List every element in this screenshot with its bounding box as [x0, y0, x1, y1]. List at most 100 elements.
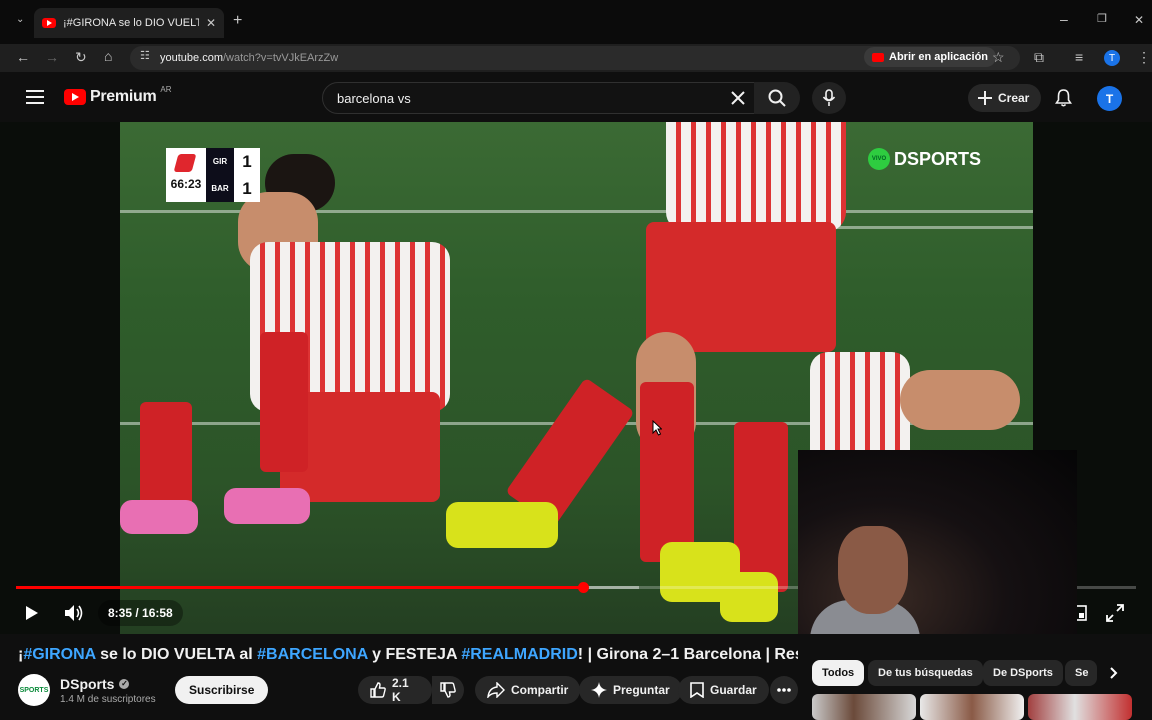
streamer-figure: [838, 526, 908, 614]
chip-all[interactable]: Todos: [812, 660, 865, 686]
media-control-icon[interactable]: ≡: [1075, 50, 1083, 64]
progress-played: [16, 586, 583, 589]
window-close-icon[interactable]: ✕: [1134, 14, 1144, 26]
country-code: AR: [160, 84, 172, 94]
channel-name-row[interactable]: DSports ✓: [60, 676, 156, 692]
hashtag-link[interactable]: #GIRONA: [23, 646, 95, 663]
dislike-icon: [440, 682, 456, 698]
home-team: GIR: [212, 157, 228, 166]
chip-truncated[interactable]: Se: [1065, 660, 1097, 686]
share-icon: [487, 682, 505, 698]
new-tab-icon[interactable]: +: [233, 13, 242, 29]
mouse-cursor-icon: [652, 420, 662, 436]
scrubber-handle[interactable]: [577, 582, 589, 593]
title-text: y FESTEJA: [367, 646, 462, 663]
browser-tab-active[interactable]: ¡#GIRONA se lo DIO VUELTA al ✕: [34, 8, 224, 38]
related-filter-chips: Todos De tus búsquedas De DSports Se: [810, 660, 1150, 686]
bell-icon[interactable]: [1055, 89, 1072, 107]
team-scores: 1 1: [234, 148, 260, 202]
away-team: BAR: [211, 184, 229, 193]
league-logo-icon: 66:23: [166, 148, 206, 202]
search-input[interactable]: barcelona vs: [322, 82, 758, 114]
player-figure: [666, 122, 846, 232]
related-video-thumbnail[interactable]: [1028, 694, 1132, 720]
logo-text: Premium: [90, 88, 157, 105]
hashtag-link[interactable]: #BARCELONA: [257, 646, 368, 663]
hashtag-link[interactable]: #REALMADRID: [461, 646, 577, 663]
clear-search-icon[interactable]: [731, 91, 745, 105]
share-button[interactable]: Compartir: [475, 676, 581, 704]
play-icon[interactable]: [25, 605, 39, 621]
player-figure: [734, 422, 788, 592]
search-button[interactable]: [754, 82, 800, 114]
save-label: Guardar: [710, 683, 757, 697]
related-video-thumbnail[interactable]: [920, 694, 1024, 720]
webcam-overlay: [798, 450, 1077, 634]
channel-meta: DSports ✓ 1.4 M de suscriptores: [60, 676, 156, 705]
away-score: 1: [242, 178, 252, 198]
chip-from-channel[interactable]: De DSports: [983, 660, 1063, 686]
minimize-icon[interactable]: –: [1060, 12, 1068, 26]
bookmark-star-icon[interactable]: ☆: [992, 50, 1005, 64]
subscribe-button[interactable]: Suscribirse: [175, 676, 269, 704]
menu-icon[interactable]: [26, 90, 44, 104]
create-button[interactable]: Crear: [968, 84, 1042, 112]
search-icon: [768, 89, 786, 107]
video-player[interactable]: 66:23 GIR BAR 1 1 VIVO DSPORTS 8:35 / 16…: [0, 122, 1152, 634]
share-label: Compartir: [511, 683, 569, 697]
team-codes: GIR BAR: [206, 148, 234, 202]
back-icon[interactable]: ←: [16, 50, 30, 64]
account-avatar[interactable]: T: [1097, 86, 1122, 111]
match-clock: 66:23: [170, 177, 202, 191]
volume-icon[interactable]: [64, 604, 84, 622]
extensions-icon[interactable]: ⧉: [1034, 50, 1044, 64]
chevron-right-icon[interactable]: [1110, 667, 1118, 679]
channel-owner: SPORTS DSports ✓ 1.4 M de suscriptores: [18, 673, 156, 707]
player-figure: [446, 502, 558, 548]
restore-icon[interactable]: ❐: [1097, 14, 1107, 25]
time-display: 8:35 / 16:58: [98, 600, 183, 626]
player-figure: [900, 370, 1020, 430]
title-text: ! | Girona 2–1 Barcelona | Resumen: [577, 646, 798, 663]
tab-search-icon[interactable]: ⌄: [16, 15, 24, 25]
forward-icon[interactable]: →: [45, 50, 59, 64]
broadcaster-name: DSPORTS: [894, 148, 982, 169]
home-icon[interactable]: ⌂: [104, 49, 112, 63]
browser-menu-icon[interactable]: ⋮: [1137, 50, 1151, 64]
open-in-app-label: Abrir en aplicación: [889, 51, 989, 63]
ask-button[interactable]: Preguntar: [579, 676, 682, 704]
chip-from-searches[interactable]: De tus búsquedas: [868, 660, 983, 686]
channel-avatar[interactable]: SPORTS: [18, 674, 50, 706]
dislike-button[interactable]: [432, 676, 464, 704]
profile-avatar[interactable]: T: [1104, 50, 1120, 66]
player-figure: [120, 500, 198, 534]
reload-icon[interactable]: ↻: [75, 50, 87, 64]
related-video-thumbnail[interactable]: [812, 694, 916, 720]
bookmark-icon: [690, 682, 704, 698]
plus-icon: [978, 91, 992, 105]
title-text: se lo DIO VUELTA al: [95, 646, 258, 663]
voice-search-button[interactable]: [812, 82, 846, 114]
channel-name: DSports: [60, 675, 115, 692]
site-info-icon[interactable]: ☷: [140, 51, 150, 62]
browser-tab-bar: ⌄ ¡#GIRONA se lo DIO VUELTA al ✕ + – ❐ ✕: [0, 0, 1152, 44]
save-button[interactable]: Guardar: [678, 676, 769, 704]
player-figure: [224, 488, 310, 524]
url-host: youtube.com: [160, 52, 223, 64]
mic-icon: [822, 89, 836, 107]
subscriber-count: 1.4 M de suscriptores: [60, 693, 156, 705]
open-in-app-button[interactable]: Abrir en aplicación: [864, 47, 997, 67]
like-button[interactable]: 2.1 K: [358, 676, 432, 704]
like-count: 2.1 K: [392, 676, 409, 704]
more-actions-button[interactable]: [770, 676, 798, 704]
tab-close-icon[interactable]: ✕: [206, 17, 216, 29]
player-figure: [140, 402, 192, 512]
broadcaster-logo: VIVO DSPORTS: [868, 148, 981, 170]
youtube-logo-icon: [64, 89, 86, 105]
verified-check-icon: ✓: [119, 678, 130, 689]
video-title: ¡#GIRONA se lo DIO VUELTA al #BARCELONA …: [18, 646, 798, 664]
player-figure: [640, 382, 694, 562]
home-score: 1: [242, 151, 252, 171]
youtube-premium-logo[interactable]: Premium AR: [64, 84, 172, 106]
fullscreen-icon[interactable]: [1106, 604, 1124, 622]
